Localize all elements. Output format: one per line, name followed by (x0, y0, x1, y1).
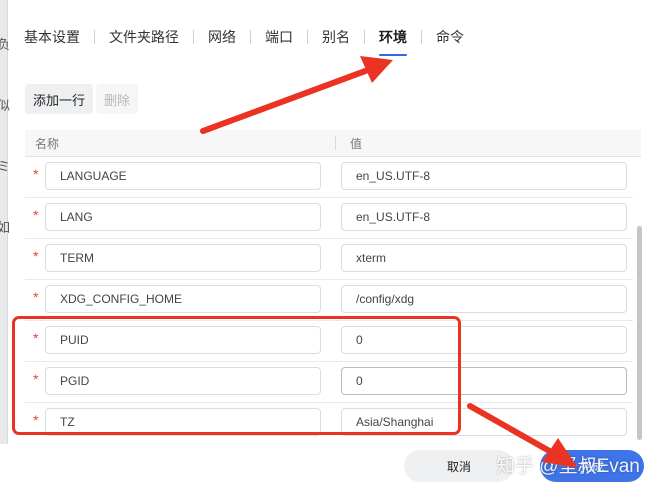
table-row: * TZ Asia/Shanghai (25, 402, 633, 443)
tab-network[interactable]: 网络 (204, 24, 240, 50)
required-mark: * (33, 412, 39, 428)
required-mark: * (33, 248, 39, 264)
tab-divider (364, 30, 365, 44)
env-value-input[interactable]: Asia/Shanghai (341, 408, 627, 436)
tab-folder-path[interactable]: 文件夹路径 (105, 24, 183, 50)
required-mark: * (33, 371, 39, 387)
env-value-input[interactable]: /config/xdg (341, 285, 627, 313)
env-name-input[interactable]: TZ (45, 408, 321, 436)
tab-divider (193, 30, 194, 44)
scrollbar-thumb[interactable] (637, 226, 642, 440)
table-row: * LANGUAGE en_US.UTF-8 (25, 156, 633, 198)
column-divider (335, 136, 336, 150)
tab-port[interactable]: 端口 (261, 24, 297, 50)
add-row-button[interactable]: 添加一行 (25, 84, 94, 114)
confirm-button[interactable]: 完成 (540, 450, 644, 482)
env-name-input[interactable]: PGID (45, 367, 321, 395)
delete-button[interactable]: 删除 (96, 84, 139, 114)
background-text: 似 (0, 98, 11, 113)
env-name-input[interactable]: LANGUAGE (45, 162, 321, 190)
env-value-input[interactable]: 0 (341, 367, 627, 395)
column-header-name: 名称 (35, 136, 60, 151)
tab-divider (307, 30, 308, 44)
table-row: * PUID 0 (25, 320, 633, 362)
env-value-input[interactable]: xterm (341, 244, 627, 272)
table-header: 名称 值 (25, 130, 641, 157)
env-name-input[interactable]: XDG_CONFIG_HOME (45, 285, 321, 313)
background-text: 如 (0, 220, 11, 235)
dialog: 负 似 ミ 如 基本设置 文件夹路径 网络 端口 别名 环境 命令 添加一行 删… (0, 0, 660, 493)
env-table: 名称 值 * LANGUAGE en_US.UTF-8 * LANG en_US… (25, 130, 641, 443)
tab-divider (94, 30, 95, 44)
table-row: * PGID 0 (25, 361, 633, 403)
background-text: ミ (0, 159, 11, 174)
tab-basic-settings[interactable]: 基本设置 (24, 24, 84, 50)
env-value-input[interactable]: en_US.UTF-8 (341, 203, 627, 231)
required-mark: * (33, 330, 39, 346)
env-value-input[interactable]: 0 (341, 326, 627, 354)
table-row: * LANG en_US.UTF-8 (25, 197, 633, 239)
column-header-value: 值 (350, 136, 363, 151)
tab-bar: 基本设置 文件夹路径 网络 端口 别名 环境 命令 (24, 24, 468, 56)
required-mark: * (33, 289, 39, 305)
table-row: * XDG_CONFIG_HOME /config/xdg (25, 279, 633, 321)
tab-divider (421, 30, 422, 44)
background-window: 负 似 ミ 如 (0, 0, 11, 493)
arrowhead-icon (360, 56, 393, 83)
table-row: * TERM xterm (25, 238, 633, 280)
env-name-input[interactable]: TERM (45, 244, 321, 272)
env-name-input[interactable]: PUID (45, 326, 321, 354)
tab-command[interactable]: 命令 (432, 24, 468, 50)
required-mark: * (33, 166, 39, 182)
arrow-to-environment-tab (200, 67, 371, 134)
env-name-input[interactable]: LANG (45, 203, 321, 231)
required-mark: * (33, 207, 39, 223)
cancel-button[interactable]: 取消 (404, 450, 514, 482)
tab-divider (250, 30, 251, 44)
background-text: 负 (0, 37, 11, 52)
tab-environment[interactable]: 环境 (375, 24, 411, 56)
env-value-input[interactable]: en_US.UTF-8 (341, 162, 627, 190)
tab-alias[interactable]: 别名 (318, 24, 354, 50)
